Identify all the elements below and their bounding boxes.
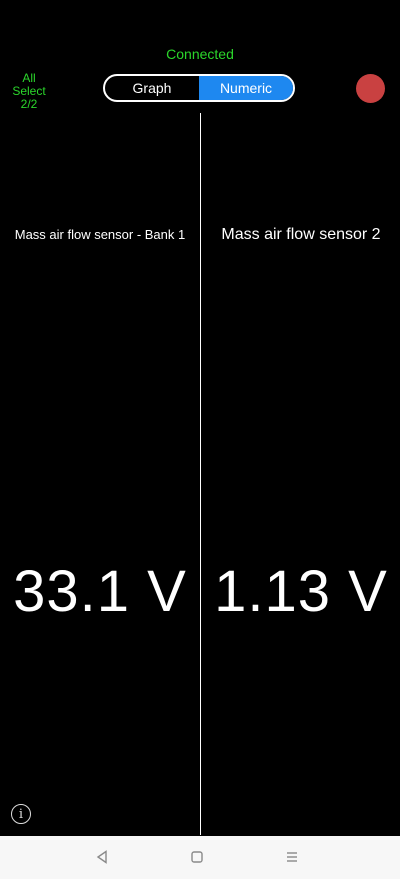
numeric-tab[interactable]: Numeric	[199, 76, 293, 100]
connection-status: Connected	[166, 46, 234, 62]
system-navigation-bar	[0, 836, 400, 879]
menu-icon[interactable]	[282, 848, 302, 866]
sensor-label-2: Mass air flow sensor 2	[221, 226, 381, 243]
sensor-label-1: Mass air flow sensor - Bank 1	[14, 227, 186, 242]
column-divider	[200, 113, 201, 835]
graph-tab[interactable]: Graph	[105, 76, 199, 100]
all-select-count: 2/2	[20, 97, 38, 111]
home-icon[interactable]	[187, 848, 207, 866]
back-icon[interactable]	[92, 848, 112, 866]
sensor-value-1: 33.1 V	[13, 559, 187, 624]
info-icon[interactable]: i	[11, 804, 31, 824]
record-icon[interactable]	[356, 74, 385, 103]
all-select-button[interactable]: All Select 2/2	[8, 72, 50, 111]
sensor-value-2: 1.13 V	[214, 559, 388, 624]
view-toggle: Graph Numeric	[103, 74, 295, 102]
